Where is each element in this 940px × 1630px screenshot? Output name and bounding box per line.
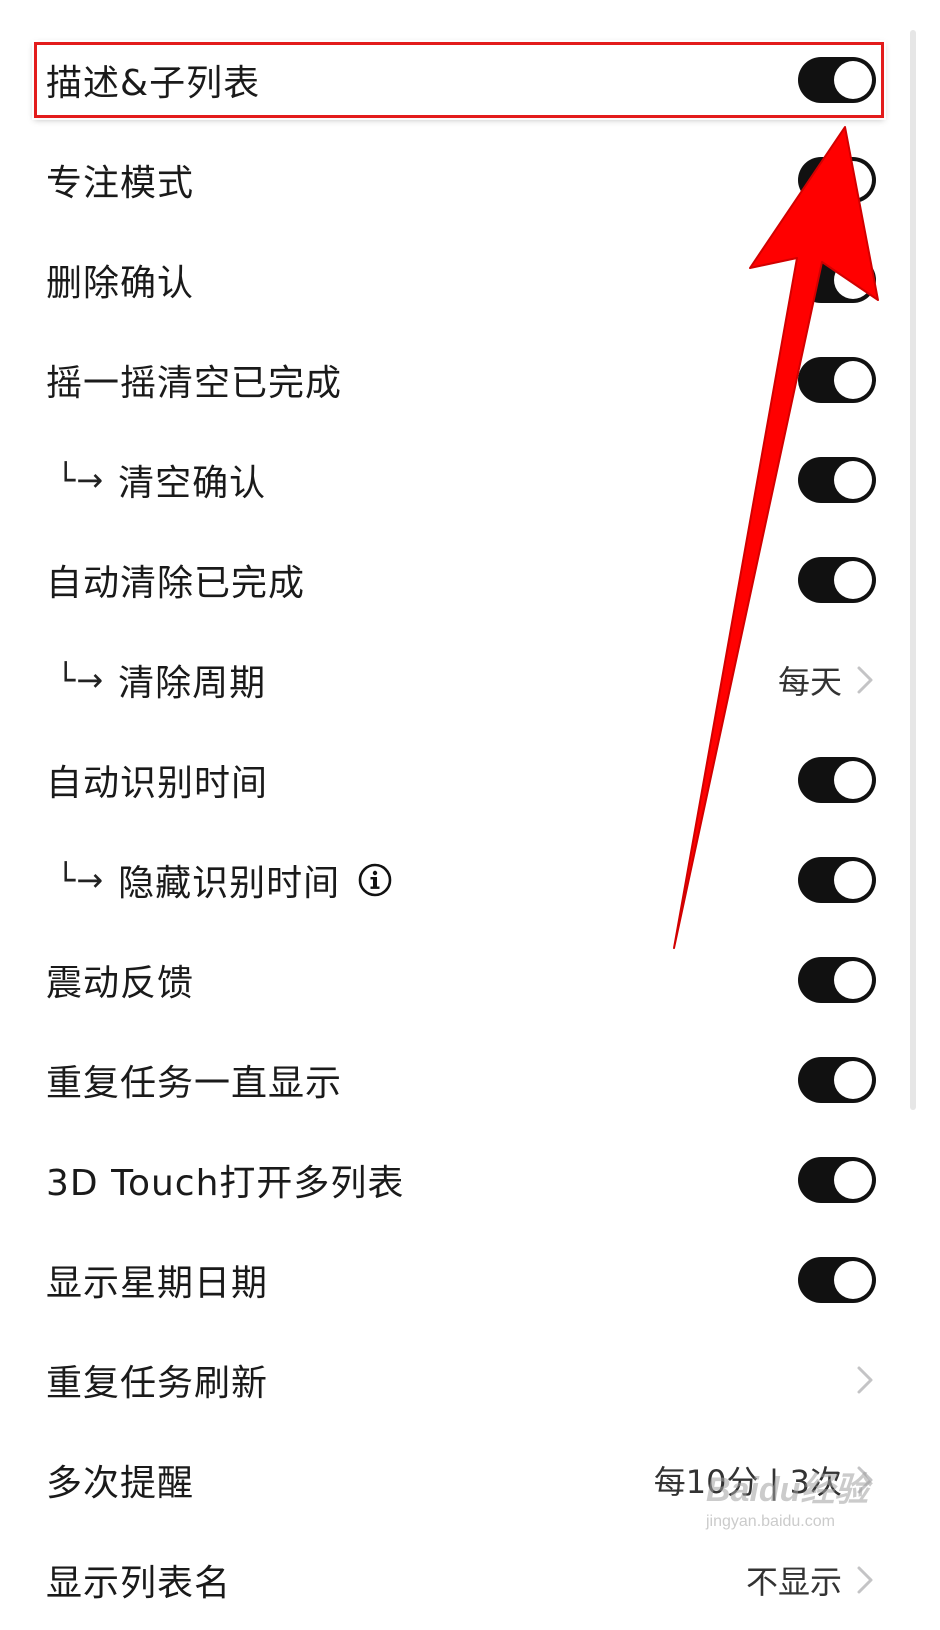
selected-value: 每天 [777,663,842,701]
toggle-knob [834,261,872,299]
settings-row-label: 清空确认 [118,463,267,504]
settings-row-label-group: 专注模式 [46,154,194,206]
settings-row-label-group: 重复任务一直显示 [46,1054,342,1106]
settings-row[interactable]: 摇一摇清空已完成 [0,330,940,430]
settings-row-label: 显示星期日期 [46,1263,269,1304]
toggle-knob [834,861,872,899]
settings-row-label-group: 自动识别时间 [46,754,268,806]
toggle-knob [834,1261,872,1299]
settings-row[interactable]: 重复任务一直显示 [0,1030,940,1130]
settings-row-label-group: 重复任务刷新 [46,1354,268,1406]
toggle-knob [834,61,872,99]
settings-row[interactable]: 重复任务刷新 [0,1330,940,1430]
toggle-switch[interactable] [798,357,876,403]
settings-row-label-group: └→ 清空确认 [46,454,266,506]
settings-row-label-group: 显示列表名 [46,1554,231,1606]
settings-row[interactable]: 描述&子列表 [0,30,940,130]
settings-row-label-group: 震动反馈 [46,954,194,1006]
settings-row-label-group: 显示星期日期 [46,1254,268,1306]
settings-row[interactable]: 专注模式 [0,130,940,230]
settings-list: 描述&子列表 专注模式删除确认摇一摇清空已完成 └→ 清空确认自动清除已完成 └→ 清除周… [0,30,940,1630]
settings-row[interactable]: 震动反馈 [0,930,940,1030]
settings-row-label: 显示列表名 [46,1563,232,1604]
toggle-switch[interactable] [798,57,876,103]
settings-row-label: 震动反馈 [46,963,195,1004]
settings-row[interactable]: 3D Touch打开多列表 [0,1130,940,1230]
toggle-switch[interactable] [798,757,876,803]
settings-row-label: 3D Touch打开多列表 [46,1163,405,1204]
sub-item-arrow-prefix: └→ [56,461,105,499]
settings-row-label-group: └→ 隐藏识别时间 [46,854,392,906]
toggle-switch[interactable] [798,1057,876,1103]
toggle-switch[interactable] [798,157,876,203]
chevron-right-icon [854,1463,876,1497]
settings-row-label-group: 多次提醒 [46,1454,194,1506]
info-icon[interactable] [358,863,392,897]
selected-value: 每10分 | 3次 [653,1463,842,1501]
sub-item-arrow-prefix: └→ [56,661,105,699]
sub-item-arrow-prefix: └→ [56,861,105,899]
value-selector[interactable]: 每10分 | 3次 [654,1457,876,1503]
settings-row-label: 隐藏识别时间 [118,863,341,904]
settings-row-label: 重复任务一直显示 [46,1063,343,1104]
toggle-switch[interactable] [798,457,876,503]
toggle-knob [834,761,872,799]
settings-row[interactable]: 多次提醒 每10分 | 3次 [0,1430,940,1530]
settings-row[interactable]: └→ 隐藏识别时间 [0,830,940,930]
toggle-switch[interactable] [798,957,876,1003]
settings-row-label-group: 描述&子列表 [46,54,260,106]
settings-row[interactable]: 自动清除已完成 [0,530,940,630]
settings-row-label: 重复任务刷新 [46,1363,269,1404]
toggle-switch[interactable] [798,557,876,603]
toggle-switch[interactable] [798,857,876,903]
toggle-knob [834,461,872,499]
settings-row-label-group: 删除确认 [46,254,194,306]
settings-row-label-group: 摇一摇清空已完成 [46,354,342,406]
settings-row-label-group: 3D Touch打开多列表 [46,1154,404,1206]
value-selector[interactable] [854,1363,876,1397]
toggle-knob [834,361,872,399]
settings-row-label-group: └→ 清除周期 [46,654,266,706]
toggle-switch[interactable] [798,1257,876,1303]
value-selector[interactable]: 不显示 [746,1557,876,1603]
settings-row-label: 描述&子列表 [46,63,261,104]
settings-row-label: 摇一摇清空已完成 [46,363,343,404]
settings-row-label: 清除周期 [118,663,267,704]
toggle-knob [834,1161,872,1199]
toggle-switch[interactable] [798,257,876,303]
scroll-indicator[interactable] [910,30,916,1110]
chevron-right-icon [854,663,876,697]
settings-row[interactable]: 显示星期日期 [0,1230,940,1330]
value-selector[interactable]: 每天 [778,657,876,703]
selected-value: 不显示 [745,1563,842,1601]
settings-row[interactable]: 显示列表名 不显示 [0,1530,940,1630]
settings-row-label: 自动清除已完成 [46,563,306,604]
settings-row[interactable]: └→ 清空确认 [0,430,940,530]
toggle-knob [834,161,872,199]
settings-row-label-group: 自动清除已完成 [46,554,305,606]
toggle-knob [834,1061,872,1099]
settings-row[interactable]: 自动识别时间 [0,730,940,830]
settings-row-label: 删除确认 [46,263,195,304]
settings-row-label: 多次提醒 [46,1463,195,1504]
chevron-right-icon [854,1563,876,1597]
toggle-switch[interactable] [798,1157,876,1203]
toggle-knob [834,561,872,599]
settings-row-label: 专注模式 [46,163,195,204]
settings-row[interactable]: └→ 清除周期 每天 [0,630,940,730]
chevron-right-icon [854,1363,876,1397]
settings-row-label: 自动识别时间 [46,763,269,804]
toggle-knob [834,961,872,999]
settings-row[interactable]: 删除确认 [0,230,940,330]
